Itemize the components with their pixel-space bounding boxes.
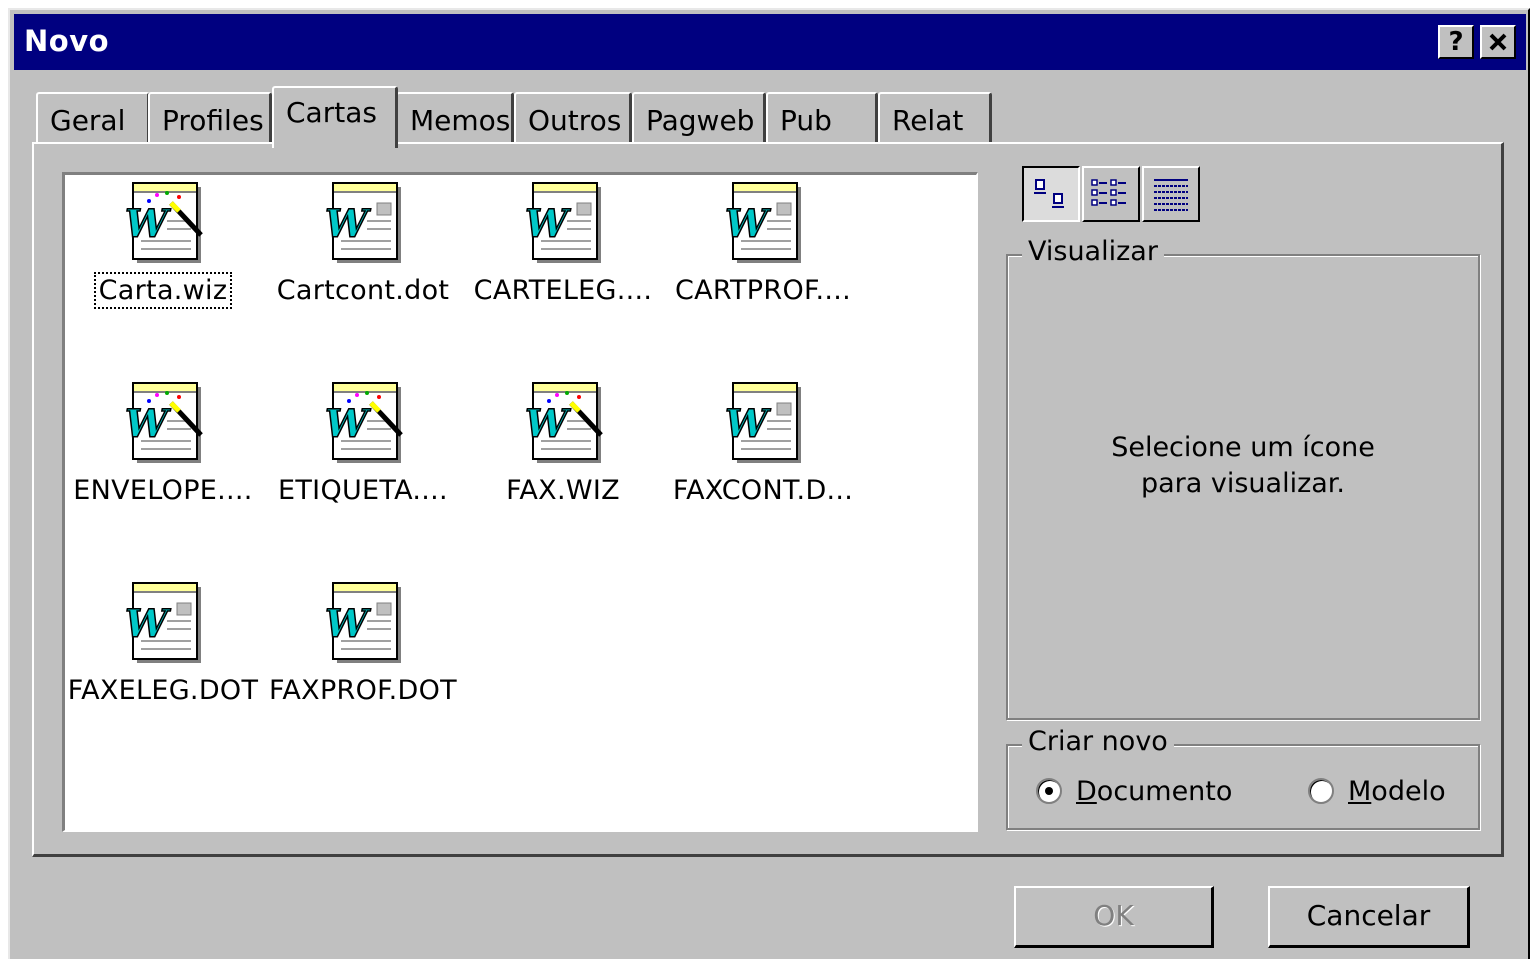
list-item[interactable]: W FAXCONT.D... xyxy=(665,377,861,527)
svg-text:W: W xyxy=(125,401,171,446)
word-wizard-icon: W xyxy=(124,382,203,463)
documento-label: Documento xyxy=(1076,776,1233,807)
list-view-button[interactable] xyxy=(1082,166,1140,222)
word-template-icon: W xyxy=(524,182,601,263)
tab-geral[interactable]: Geral xyxy=(36,92,150,144)
file-label: FAX.WIZ xyxy=(506,475,620,506)
details-view-button[interactable] xyxy=(1142,166,1200,222)
word-template-icon: W xyxy=(724,382,801,463)
large-icons-view-button[interactable] xyxy=(1022,166,1080,222)
tab-cartas[interactable]: Cartas xyxy=(272,86,398,148)
create-new-legend: Criar novo xyxy=(1022,726,1174,757)
file-label: ETIQUETA.... xyxy=(278,475,448,506)
tab-label: Pagweb xyxy=(646,104,755,137)
file-label: CARTPROF.... xyxy=(674,275,852,306)
file-label: Carta.wiz xyxy=(93,272,233,309)
details-icon xyxy=(1154,179,1188,211)
tab-label: Pub xyxy=(780,104,832,137)
tab-label: Outros xyxy=(528,104,622,137)
preview-group: Visualizar Selecione um ícone para visua… xyxy=(1006,236,1480,720)
svg-text:W: W xyxy=(325,401,371,446)
list-item[interactable]: W ETIQUETA.... xyxy=(265,377,461,527)
list-item[interactable]: W Carta.wiz xyxy=(65,177,261,327)
list-icon xyxy=(1091,179,1126,206)
file-label: FAXPROF.DOT xyxy=(269,675,457,706)
word-template-icon: W xyxy=(724,182,801,263)
svg-text:W: W xyxy=(125,201,171,246)
tab-outros[interactable]: Outros xyxy=(514,92,632,144)
word-template-icon: W xyxy=(324,182,401,263)
large-icons-icon xyxy=(1034,179,1064,208)
tab-label: Relat xyxy=(892,104,964,137)
svg-text:W: W xyxy=(725,401,771,446)
ok-button[interactable]: OK xyxy=(1014,886,1214,948)
list-item[interactable]: W ENVELOPE.... xyxy=(65,377,261,527)
template-list[interactable]: W Carta.wiz W Cartcont.dot W CARTELEG...… xyxy=(62,172,978,832)
file-label: FAXCONT.D... xyxy=(672,475,854,506)
tab-label: Geral xyxy=(50,104,126,137)
file-label: FAXELEG.DOT xyxy=(67,675,259,706)
list-item[interactable]: W Cartcont.dot xyxy=(265,177,461,327)
tab-pagweb[interactable]: Pagweb xyxy=(632,92,766,144)
file-label: Cartcont.dot xyxy=(276,275,450,306)
tab-panel: W Carta.wiz W Cartcont.dot W CARTELEG...… xyxy=(32,142,1504,857)
word-template-icon: W xyxy=(324,582,401,663)
tab-memos[interactable]: Memos xyxy=(396,92,514,144)
radio-unchecked-icon xyxy=(1308,778,1334,804)
tab-profiles[interactable]: Profiles xyxy=(148,92,272,144)
svg-text:W: W xyxy=(125,601,171,646)
list-item[interactable]: W CARTPROF.... xyxy=(665,177,861,327)
title-bar: Novo ? xyxy=(14,14,1526,70)
radio-checked-icon xyxy=(1036,778,1062,804)
documento-radio[interactable]: Documento xyxy=(1036,776,1232,807)
new-dialog: Novo ? Geral Profiles Cartas Memos Outro… xyxy=(8,8,1530,959)
word-wizard-icon: W xyxy=(124,182,203,263)
tab-label: Profiles xyxy=(162,104,264,137)
preview-message-line2: para visualizar. xyxy=(1140,468,1346,499)
file-label: CARTELEG.... xyxy=(473,275,653,306)
tab-relat[interactable]: Relat xyxy=(878,92,992,144)
list-item[interactable]: W FAXELEG.DOT xyxy=(65,577,261,727)
tab-pub[interactable]: Pub xyxy=(766,92,878,144)
word-template-icon: W xyxy=(124,582,201,663)
file-label: ENVELOPE.... xyxy=(73,475,253,506)
close-button[interactable] xyxy=(1480,25,1516,59)
tab-label: Cartas xyxy=(286,96,377,129)
window-title: Novo xyxy=(24,24,110,58)
svg-text:W: W xyxy=(325,201,371,246)
svg-text:W: W xyxy=(525,401,571,446)
help-button[interactable]: ? xyxy=(1438,25,1474,59)
cancel-button[interactable]: Cancelar xyxy=(1268,886,1470,948)
tab-label: Memos xyxy=(410,104,511,137)
list-item[interactable]: W FAXPROF.DOT xyxy=(265,577,461,727)
svg-text:W: W xyxy=(325,601,371,646)
modelo-label: Modelo xyxy=(1348,776,1446,807)
preview-message-line1: Selecione um ícone xyxy=(1111,432,1375,463)
list-item[interactable]: W CARTELEG.... xyxy=(465,177,661,327)
svg-text:W: W xyxy=(525,201,571,246)
close-icon xyxy=(1489,33,1507,51)
svg-text:W: W xyxy=(725,201,771,246)
word-wizard-icon: W xyxy=(324,382,403,463)
create-new-group: Criar novo Documento Modelo xyxy=(1006,726,1480,830)
list-item[interactable]: W FAX.WIZ xyxy=(465,377,661,527)
modelo-radio[interactable]: Modelo xyxy=(1308,776,1446,807)
preview-legend: Visualizar xyxy=(1022,236,1164,267)
word-wizard-icon: W xyxy=(524,382,603,463)
